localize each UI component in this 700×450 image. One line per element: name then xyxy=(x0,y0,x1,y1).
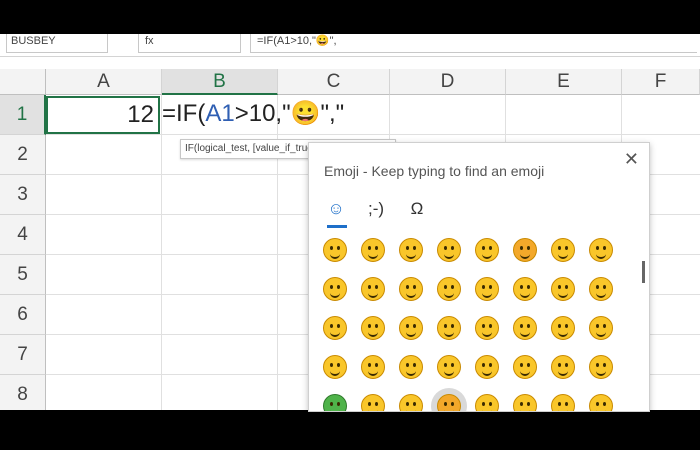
formula-suffix: >10,"😀"," xyxy=(234,100,345,127)
unamused-emoji-icon[interactable] xyxy=(437,355,461,379)
name-box[interactable]: BUSBEY xyxy=(6,34,108,53)
sweat-emoji-icon[interactable] xyxy=(475,355,499,379)
gridline xyxy=(46,134,700,135)
hugging-emoji-icon[interactable] xyxy=(475,238,499,262)
grinning-squint-emoji-icon[interactable] xyxy=(361,238,385,262)
row-header-2[interactable]: 2 xyxy=(0,135,46,175)
cell-b1-editing[interactable]: =IF(A1>10,"😀"," xyxy=(162,96,582,134)
tab-kaomoji[interactable]: ;-) xyxy=(361,199,391,219)
column-header-e[interactable]: E xyxy=(506,69,622,95)
column-header-d[interactable]: D xyxy=(390,69,506,95)
frown-emoji-icon[interactable] xyxy=(399,394,423,411)
confused-emoji-icon[interactable] xyxy=(551,355,575,379)
slight-smile-emoji-icon[interactable] xyxy=(437,238,461,262)
row-header-7[interactable]: 7 xyxy=(0,335,46,375)
frustrated-emoji-icon[interactable] xyxy=(551,394,575,411)
cell-a1[interactable]: 12 xyxy=(46,96,160,134)
triumph-emoji-icon[interactable] xyxy=(589,394,613,411)
screenshot-frame: BUSBEY fx =IF(A1>10,"😀", A B C D E F 1 2… xyxy=(0,0,700,450)
cell-reference: A1 xyxy=(205,100,235,127)
smiling-eyes-emoji-icon[interactable] xyxy=(399,238,423,262)
column-header-a[interactable]: A xyxy=(46,69,162,95)
tab-symbols[interactable]: Ω xyxy=(402,199,432,219)
row-header-3[interactable]: 3 xyxy=(0,175,46,215)
row-header-8[interactable]: 8 xyxy=(0,375,46,410)
upside-down-emoji-icon[interactable] xyxy=(589,355,613,379)
worried-emoji-icon[interactable] xyxy=(513,394,537,411)
scrollbar[interactable] xyxy=(642,261,645,283)
row-header-1[interactable]: 1 xyxy=(0,95,46,135)
row-header-6[interactable]: 6 xyxy=(0,295,46,335)
sob-emoji-icon[interactable] xyxy=(475,394,499,411)
column-header-f[interactable]: F xyxy=(622,69,700,95)
no-mouth-emoji-icon[interactable] xyxy=(399,277,423,301)
squint-tongue-emoji-icon[interactable] xyxy=(361,355,385,379)
emoji-panel: Emoji - Keep typing to find an emoji ✕ ☺… xyxy=(308,142,650,412)
select-all-corner[interactable] xyxy=(0,69,46,95)
row-header-5[interactable]: 5 xyxy=(0,255,46,295)
column-header-b[interactable]: B xyxy=(162,69,278,95)
pensive-emoji-icon[interactable] xyxy=(513,355,537,379)
tired-emoji-icon[interactable] xyxy=(437,316,461,340)
grin-emoji-icon[interactable] xyxy=(323,238,347,262)
drool-emoji-icon[interactable] xyxy=(399,355,423,379)
formula-prefix: =IF( xyxy=(162,100,206,127)
emoji-panel-title: Emoji - Keep typing to find an emoji xyxy=(324,163,545,179)
tab-emoji[interactable]: ☺ xyxy=(321,199,351,219)
money-mouth-emoji-icon[interactable] xyxy=(323,394,347,411)
hushed-2-emoji-icon[interactable] xyxy=(361,316,385,340)
formula-bar: BUSBEY fx =IF(A1>10,"😀", xyxy=(0,34,700,57)
zipper-emoji-icon[interactable] xyxy=(323,316,347,340)
hushed-emoji-icon[interactable] xyxy=(589,238,613,262)
open-mouth-emoji-icon[interactable] xyxy=(589,277,613,301)
angry-red-emoji-icon[interactable] xyxy=(437,394,461,411)
smirk-emoji-icon[interactable] xyxy=(475,277,499,301)
function-button[interactable]: fx xyxy=(138,34,241,53)
winking-tongue-emoji-icon[interactable] xyxy=(323,355,347,379)
formula-input[interactable]: =IF(A1>10,"😀", xyxy=(250,34,697,53)
gridline xyxy=(161,95,162,410)
column-header-c[interactable]: C xyxy=(278,69,390,95)
thinking-emoji-icon[interactable] xyxy=(551,238,575,262)
selected-tab-indicator xyxy=(327,225,347,228)
heart-eyes-emoji-icon[interactable] xyxy=(513,238,537,262)
row-header-4[interactable]: 4 xyxy=(0,215,46,255)
expressionless-emoji-icon[interactable] xyxy=(361,277,385,301)
relieved-emoji-icon[interactable] xyxy=(551,316,575,340)
neutral-emoji-icon[interactable] xyxy=(323,277,347,301)
sleeping-emoji-icon[interactable] xyxy=(513,316,537,340)
close-icon[interactable]: ✕ xyxy=(624,149,639,170)
sleepy-emoji-icon[interactable] xyxy=(399,316,423,340)
astonished-emoji-icon[interactable] xyxy=(361,394,385,411)
tongue-emoji-icon[interactable] xyxy=(589,316,613,340)
sad-relieved-emoji-icon[interactable] xyxy=(551,277,575,301)
wink-2-emoji-icon[interactable] xyxy=(475,316,499,340)
persevere-emoji-icon[interactable] xyxy=(513,277,537,301)
rolling-eyes-emoji-icon[interactable] xyxy=(437,277,461,301)
